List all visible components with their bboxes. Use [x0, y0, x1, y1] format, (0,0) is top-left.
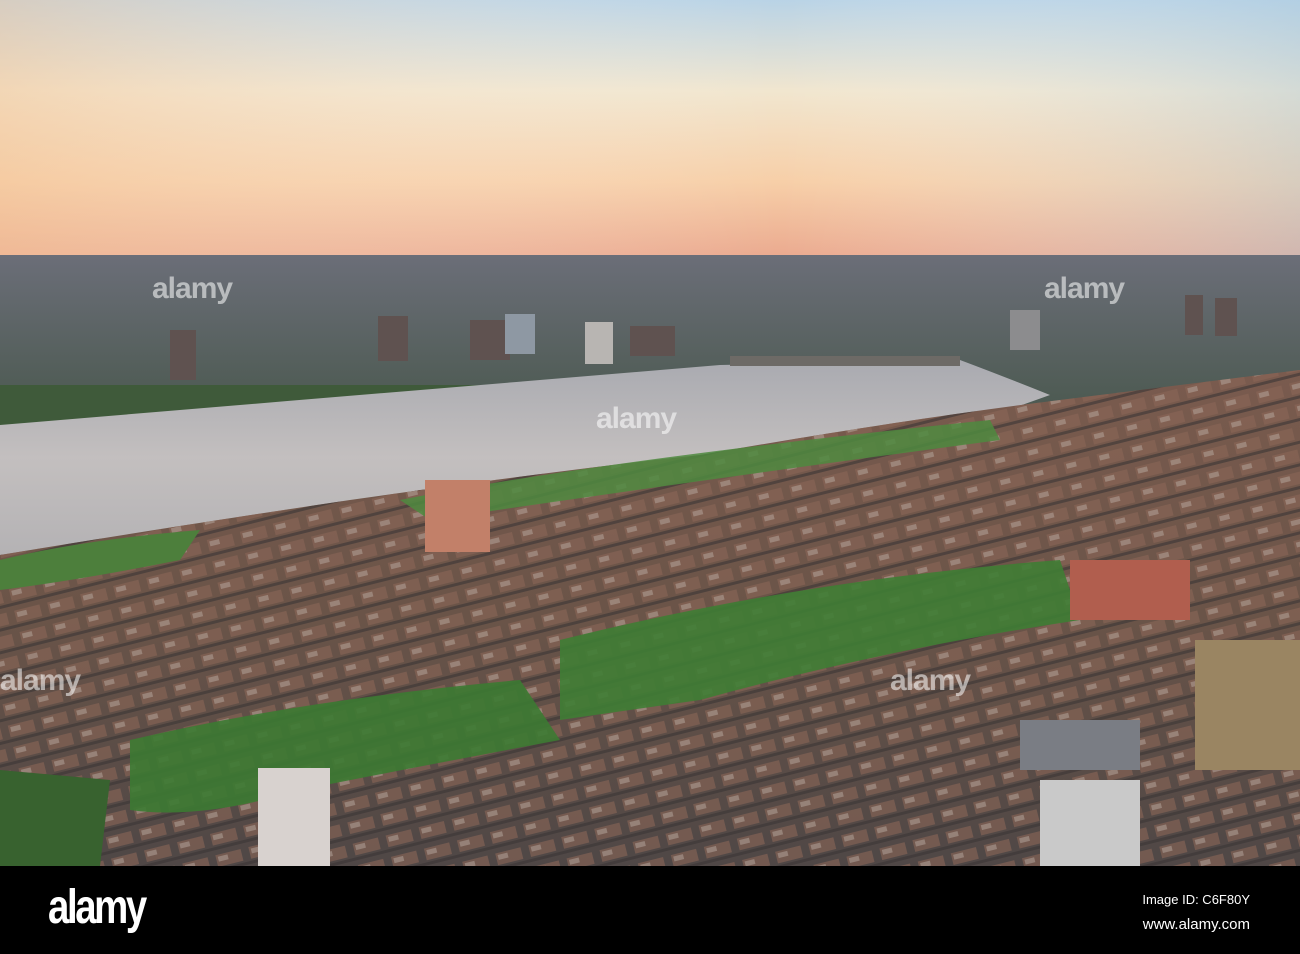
image-id: Image ID: C6F80Y — [1142, 892, 1250, 907]
watermark: alamy — [152, 272, 233, 305]
watermark: alamy — [1044, 272, 1125, 305]
footer-bar: alamy Image ID: C6F80Y www.alamy.com — [0, 866, 1300, 954]
website-link[interactable]: www.alamy.com — [1143, 916, 1250, 933]
watermark: alamy — [890, 664, 971, 697]
alamy-logo: alamy — [48, 881, 147, 934]
watermark: alamy — [596, 402, 677, 435]
stock-photo-page: alamy alamy alamy alamy alamy alamy Imag… — [0, 0, 1300, 954]
watermark: alamy — [0, 664, 81, 697]
